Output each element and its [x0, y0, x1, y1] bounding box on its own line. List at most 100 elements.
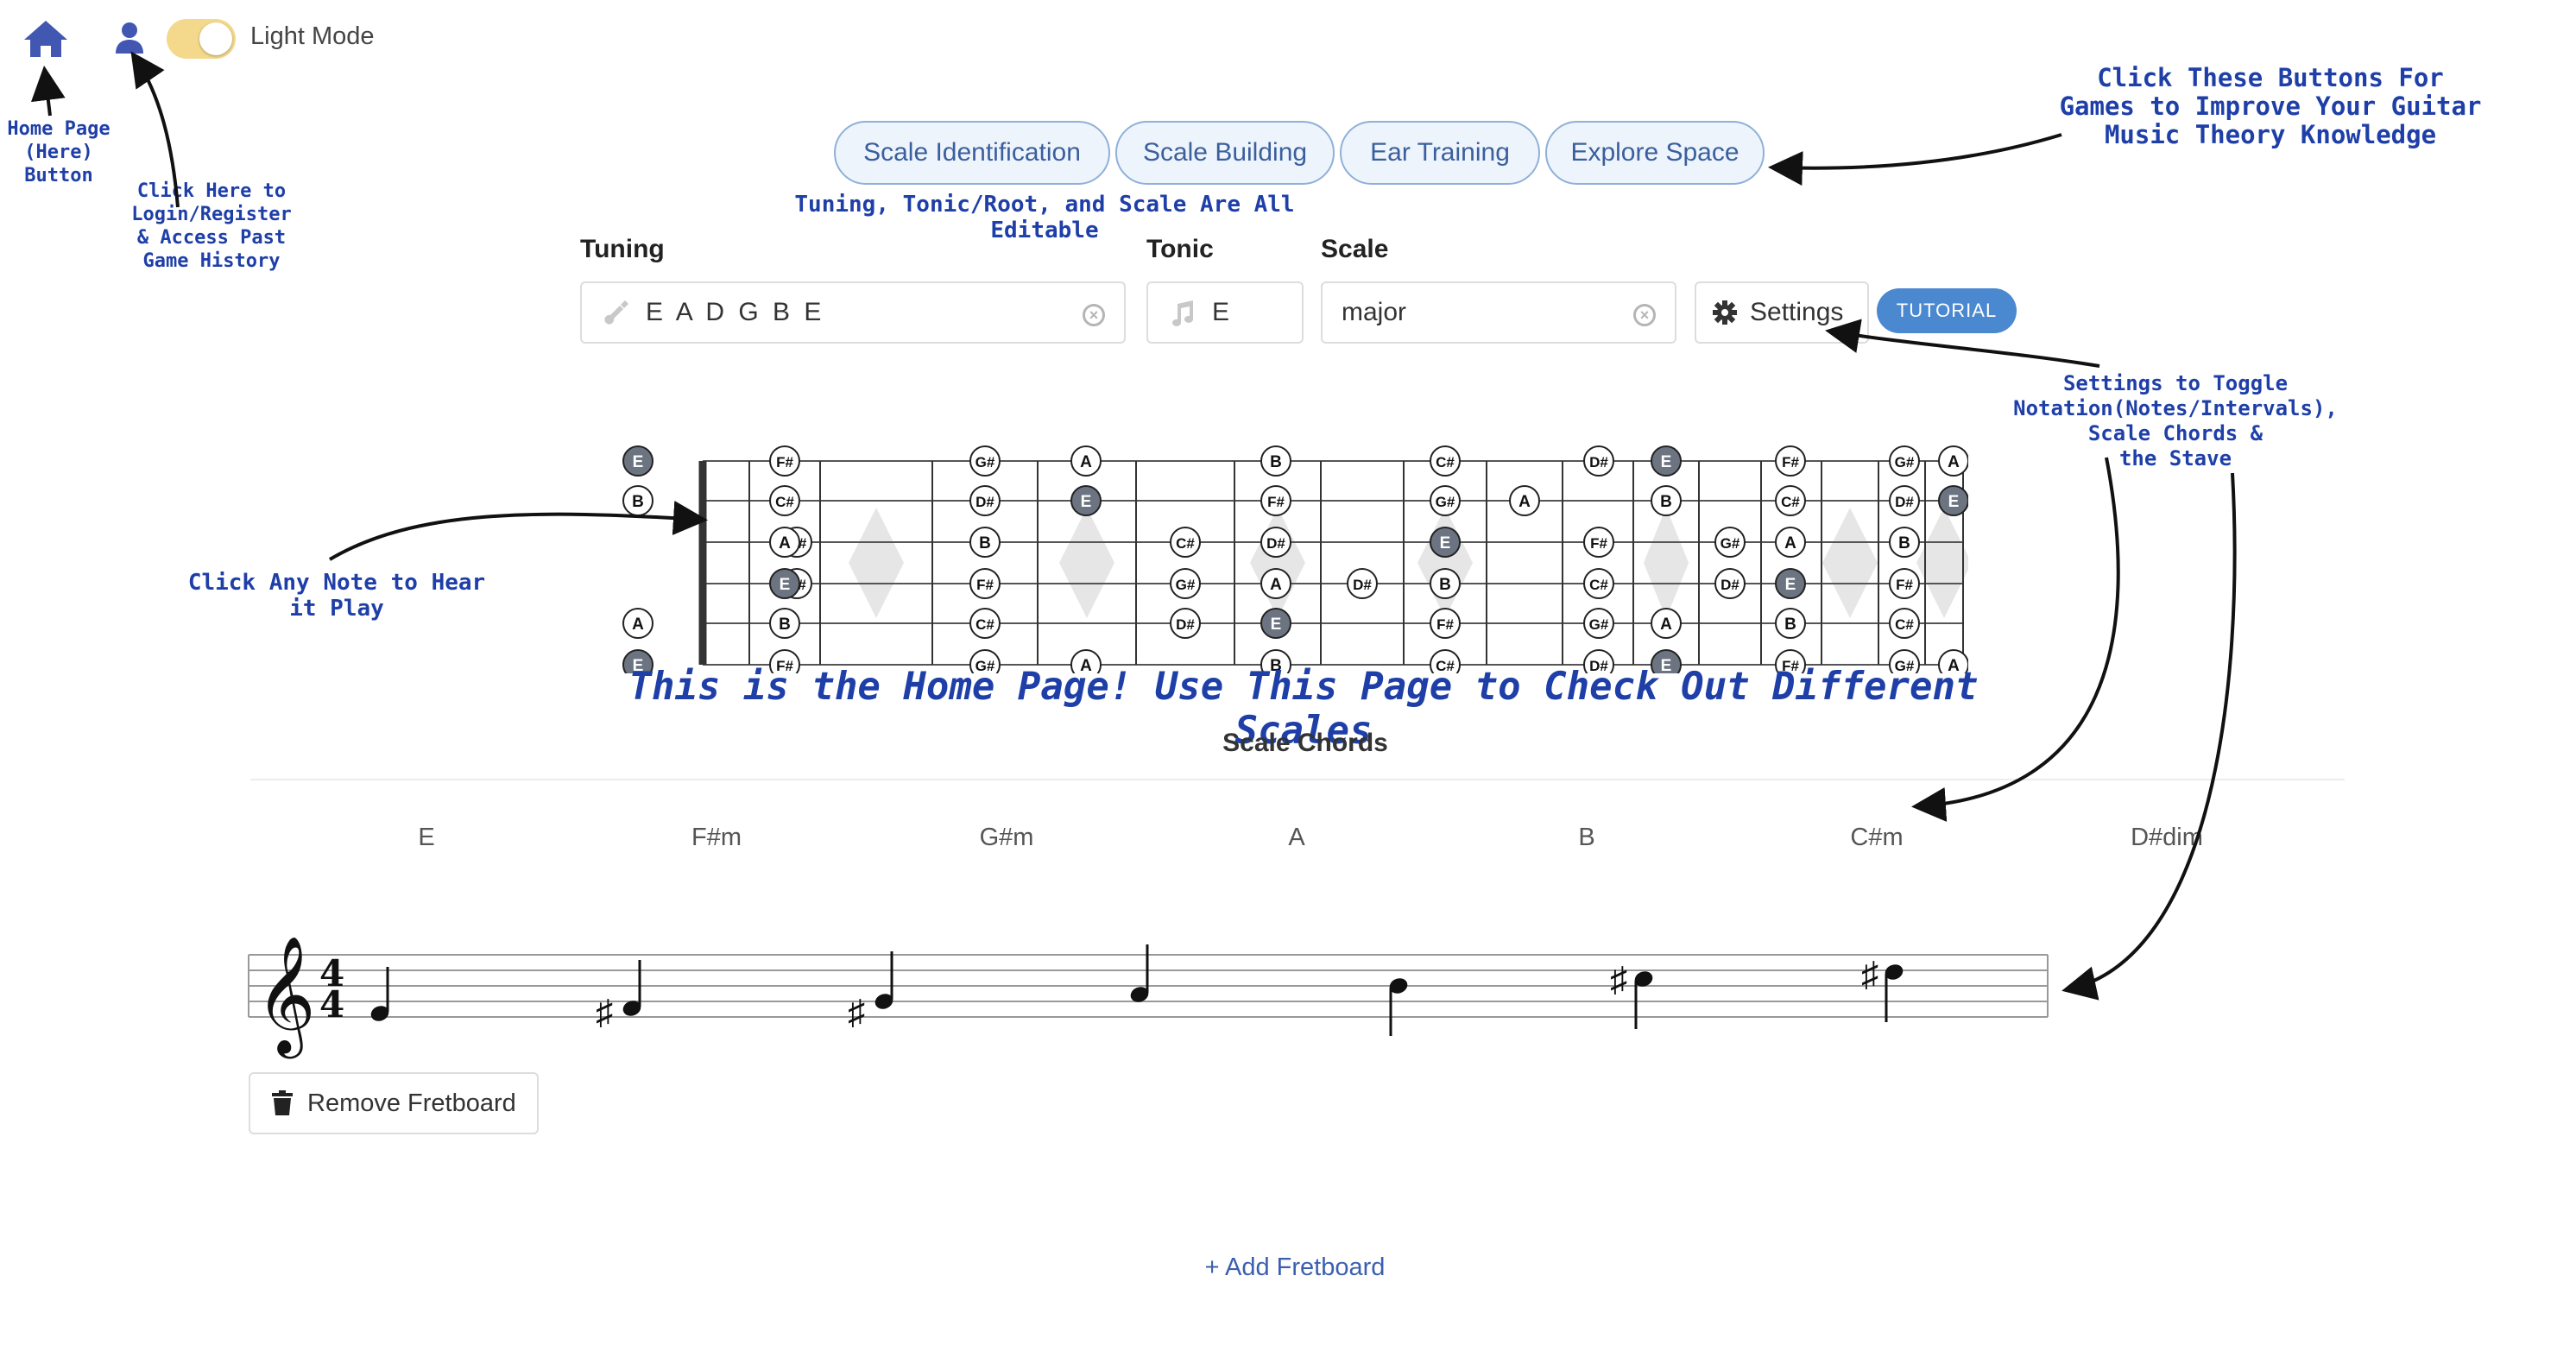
fret-note[interactable]: C#: [1430, 445, 1461, 477]
svg-text:F#: F#: [776, 454, 793, 470]
game-button-scale-identification[interactable]: Scale Identification: [834, 121, 1110, 185]
tutorial-button[interactable]: TUTORIAL: [1877, 288, 2017, 333]
fret-note[interactable]: G#: [969, 445, 1001, 477]
fret-note[interactable]: B: [1430, 568, 1461, 599]
fret-note[interactable]: G#: [1889, 445, 1920, 477]
fret-note[interactable]: F#: [1889, 568, 1920, 599]
svg-text:B: B: [1898, 534, 1910, 553]
chord-name: A: [1288, 824, 1305, 851]
scale-field[interactable]: major ×: [1321, 281, 1676, 344]
fret-note[interactable]: C#: [969, 608, 1001, 639]
fret-note[interactable]: B: [622, 485, 653, 516]
fretboard[interactable]: E B G# D# A E F# C# A E B F# G# D# B F# C# G# A E A C# G# D# B F#…: [570, 414, 1968, 673]
clear-icon[interactable]: ×: [1633, 304, 1656, 326]
sharp-icon: ♯: [1861, 956, 1878, 994]
svg-text:D#: D#: [1176, 616, 1195, 633]
fret-note[interactable]: C#: [1583, 568, 1614, 599]
clear-icon[interactable]: ×: [1083, 304, 1105, 326]
fret-note[interactable]: A: [1938, 445, 1968, 477]
home-button[interactable]: [22, 19, 69, 59]
fret-note[interactable]: A: [1651, 608, 1682, 639]
fret-note[interactable]: D#: [1170, 608, 1201, 639]
theme-toggle[interactable]: [167, 19, 236, 59]
fret-note[interactable]: E: [1775, 568, 1806, 599]
fret-inlay: [1822, 508, 1878, 618]
fret-note[interactable]: B: [769, 608, 800, 639]
fret-note[interactable]: A: [769, 527, 800, 558]
fret-inlay: [849, 508, 904, 618]
add-fretboard-button[interactable]: + Add Fretboard: [1122, 1253, 1468, 1282]
svg-text:E: E: [1271, 616, 1282, 634]
fret-note[interactable]: D#: [1889, 485, 1920, 516]
svg-text:B: B: [979, 534, 991, 553]
fret-note[interactable]: E: [1070, 485, 1102, 516]
fret-note[interactable]: G#: [1170, 568, 1201, 599]
music-stave: 𝄞 4 4 ♯ ♯ ♯ ♯: [248, 934, 2049, 1058]
fret-note[interactable]: A: [1775, 527, 1806, 558]
fret-note[interactable]: G#: [1583, 608, 1614, 639]
svg-text:A: A: [1518, 493, 1531, 511]
game-button-scale-building[interactable]: Scale Building: [1115, 121, 1335, 185]
fret-note[interactable]: A: [1070, 445, 1102, 477]
fret-note[interactable]: C#: [769, 485, 800, 516]
fret-note[interactable]: F#: [769, 445, 800, 477]
fret-note[interactable]: C#: [1889, 608, 1920, 639]
chord-name: G#m: [979, 824, 1034, 851]
tonic-field[interactable]: E: [1146, 281, 1304, 344]
chord-name: E: [418, 824, 435, 851]
fret-inlay: [1644, 508, 1689, 618]
fret-note[interactable]: D#: [1347, 568, 1378, 599]
tuning-field[interactable]: E A D G B E ×: [580, 281, 1126, 344]
fret-note[interactable]: E: [1260, 608, 1291, 639]
svg-text:E: E: [1081, 493, 1092, 511]
tuning-value: E A D G B E: [646, 298, 825, 326]
svg-text:C#: C#: [975, 616, 994, 633]
divider: [250, 779, 2345, 780]
fret-note[interactable]: A: [1260, 568, 1291, 599]
fret-note[interactable]: E: [1651, 445, 1682, 477]
fret-note[interactable]: F#: [1430, 608, 1461, 639]
fret-note[interactable]: E: [622, 445, 653, 477]
fret-note[interactable]: A: [622, 608, 653, 639]
svg-text:C#: C#: [1781, 494, 1800, 510]
fret-note[interactable]: D#: [1260, 527, 1291, 558]
trash-icon: [272, 1090, 293, 1115]
fret-note[interactable]: B: [1775, 608, 1806, 639]
fret-note[interactable]: C#: [1775, 485, 1806, 516]
fret-note[interactable]: E: [1430, 527, 1461, 558]
game-button-explore-space[interactable]: Explore Space: [1545, 121, 1765, 185]
treble-clef-icon: 𝄞: [256, 934, 316, 1058]
fret-note[interactable]: G#: [1430, 485, 1461, 516]
fret-note[interactable]: B: [1651, 485, 1682, 516]
annotation-click-note: Click Any Note to Hear it Play: [187, 570, 486, 622]
chord-name: C#m: [1850, 824, 1904, 851]
tuning-label: Tuning: [580, 235, 665, 263]
fret-note[interactable]: E: [1938, 485, 1968, 516]
fret-note[interactable]: B: [969, 527, 1001, 558]
remove-fretboard-label: Remove Fretboard: [307, 1089, 516, 1117]
svg-text:A: A: [632, 616, 644, 634]
fret-note[interactable]: B: [1889, 527, 1920, 558]
fret-note[interactable]: F#: [1260, 485, 1291, 516]
fret-note[interactable]: C#: [1170, 527, 1201, 558]
settings-button[interactable]: Settings: [1695, 281, 1869, 344]
scale-value: major: [1342, 298, 1407, 326]
fret-note[interactable]: G#: [1714, 527, 1746, 558]
fret-note[interactable]: F#: [969, 568, 1001, 599]
user-account-button[interactable]: [114, 21, 145, 55]
svg-text:B: B: [1660, 493, 1672, 511]
gear-icon: [1713, 300, 1737, 325]
fret-note[interactable]: A: [1509, 485, 1540, 516]
svg-text:B: B: [779, 616, 791, 634]
fret-note[interactable]: D#: [969, 485, 1001, 516]
fret-note[interactable]: E: [769, 568, 800, 599]
game-button-ear-training[interactable]: Ear Training: [1340, 121, 1540, 185]
fret-note[interactable]: B: [1260, 445, 1291, 477]
fret-note[interactable]: D#: [1714, 568, 1746, 599]
fret-note[interactable]: D#: [1583, 445, 1614, 477]
fret-note[interactable]: F#: [1583, 527, 1614, 558]
svg-text:F#: F#: [1267, 494, 1285, 510]
remove-fretboard-button[interactable]: Remove Fretboard: [249, 1072, 539, 1134]
svg-text:G#: G#: [1436, 494, 1455, 510]
fret-note[interactable]: F#: [1775, 445, 1806, 477]
